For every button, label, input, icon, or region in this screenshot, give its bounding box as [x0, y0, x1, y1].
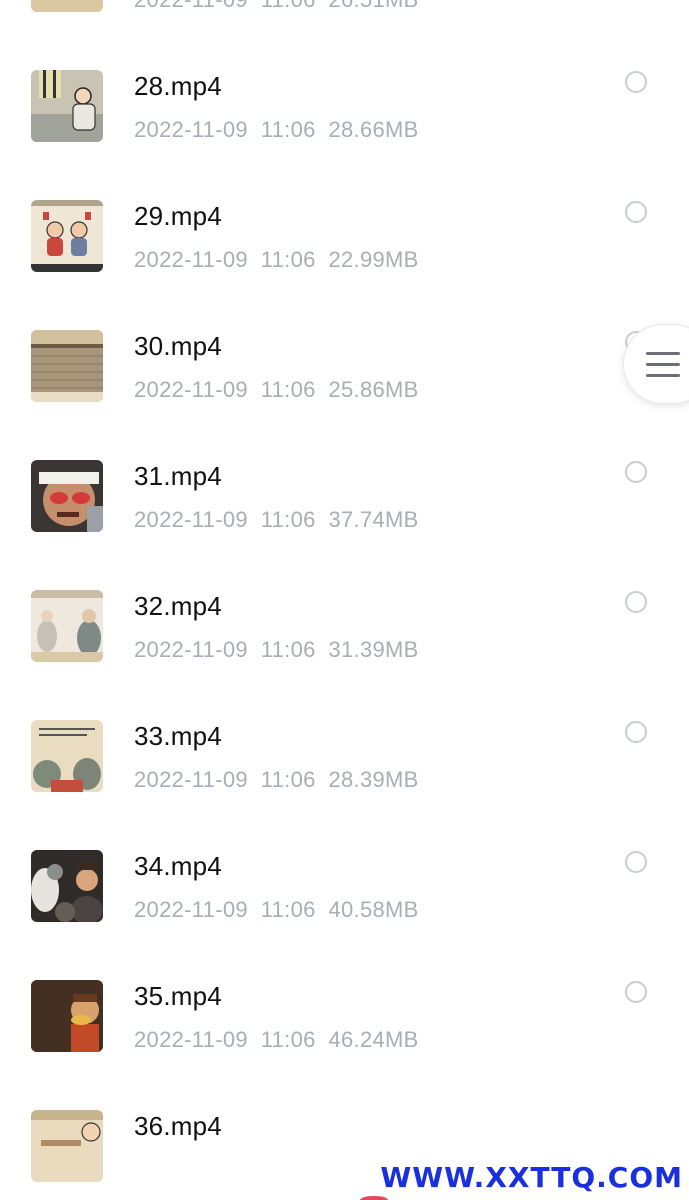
- file-time: 11:06: [260, 117, 316, 142]
- file-date: 2022-11-09: [134, 897, 248, 922]
- file-date: 2022-11-09: [134, 767, 248, 792]
- select-radio[interactable]: [625, 851, 647, 873]
- file-time: 11:06: [260, 1027, 316, 1052]
- file-size: 26.51MB: [328, 0, 418, 12]
- file-time: 11:06: [260, 767, 316, 792]
- file-time: 11:06: [261, 0, 316, 12]
- bottom-nav-accent: [360, 1196, 388, 1200]
- video-thumbnail: [31, 850, 103, 922]
- file-size: 31.39MB: [328, 637, 419, 662]
- file-date: 2022-11-09: [134, 377, 248, 402]
- video-thumbnail: [31, 460, 103, 532]
- file-size: 46.24MB: [328, 1027, 419, 1052]
- file-browser-screen: 2022-11-09 11:06 26.51MB 28.mp4 2022-11-09…: [0, 0, 689, 1200]
- file-time: 11:06: [260, 377, 316, 402]
- select-radio[interactable]: [625, 981, 647, 1003]
- select-radio[interactable]: [625, 721, 647, 743]
- select-radio[interactable]: [625, 71, 647, 93]
- file-row[interactable]: 28.mp4 2022-11-09 11:06 28.66MB: [0, 35, 689, 165]
- video-thumbnail: [31, 1110, 103, 1182]
- file-time: 11:06: [260, 637, 316, 662]
- file-meta: 2022-11-09 11:06 40.58MB: [134, 897, 419, 923]
- file-row[interactable]: 34.mp4 2022-11-09 11:06 40.58MB: [0, 815, 689, 945]
- file-name: 33.mp4: [134, 721, 222, 751]
- video-thumbnail: [31, 590, 103, 662]
- file-row[interactable]: 35.mp4 2022-11-09 11:06 46.24MB: [0, 945, 689, 1075]
- video-thumbnail: [31, 200, 103, 272]
- file-name: 36.mp4: [134, 1111, 222, 1141]
- video-thumbnail: [31, 70, 103, 142]
- file-meta: 2022-11-09 11:06 25.86MB: [134, 377, 419, 403]
- file-meta: 2022-11-09 11:06 26.51MB: [134, 0, 419, 13]
- video-thumbnail: [31, 330, 103, 402]
- file-row[interactable]: 30.mp4 2022-11-09 11:06 25.86MB: [0, 295, 689, 425]
- file-meta: 2022-11-09 11:06 28.66MB: [134, 117, 419, 143]
- select-radio[interactable]: [625, 591, 647, 613]
- video-thumbnail: [31, 720, 103, 792]
- file-meta: 2022-11-09 11:06 46.24MB: [134, 1027, 419, 1053]
- file-date: 2022-11-09: [134, 1027, 248, 1052]
- file-row[interactable]: 2022-11-09 11:06 26.51MB: [0, 0, 689, 35]
- file-date: 2022-11-09: [134, 117, 248, 142]
- file-row[interactable]: 29.mp4 2022-11-09 11:06 22.99MB: [0, 165, 689, 295]
- file-date: 2022-11-09: [134, 247, 248, 272]
- file-size: 22.99MB: [328, 247, 419, 272]
- file-name: 31.mp4: [134, 461, 222, 491]
- video-file-list: 2022-11-09 11:06 26.51MB 28.mp4 2022-11-09…: [0, 0, 689, 1200]
- file-row[interactable]: 33.mp4 2022-11-09 11:06 28.39MB: [0, 685, 689, 815]
- file-name: 30.mp4: [134, 331, 222, 361]
- file-meta: 2022-11-09 11:06 28.39MB: [134, 767, 419, 793]
- file-date: 2022-11-09: [134, 507, 248, 532]
- watermark: WWW.XXTTQ.COM: [380, 1161, 683, 1194]
- file-name: 32.mp4: [134, 591, 222, 621]
- menu-icon: [646, 352, 680, 378]
- file-row[interactable]: 32.mp4 2022-11-09 11:06 31.39MB: [0, 555, 689, 685]
- file-row[interactable]: 31.mp4 2022-11-09 11:06 37.74MB: [0, 425, 689, 555]
- file-size: 28.39MB: [328, 767, 419, 792]
- file-time: 11:06: [260, 507, 316, 532]
- select-radio[interactable]: [625, 461, 647, 483]
- file-size: 28.66MB: [328, 117, 419, 142]
- file-meta: 2022-11-09 11:06 22.99MB: [134, 247, 419, 273]
- file-size: 25.86MB: [328, 377, 419, 402]
- video-thumbnail: [31, 980, 103, 1052]
- file-size: 37.74MB: [328, 507, 419, 532]
- file-name: 34.mp4: [134, 851, 222, 881]
- file-name: 29.mp4: [134, 201, 222, 231]
- file-name: 28.mp4: [134, 71, 222, 101]
- file-meta: 2022-11-09 11:06 37.74MB: [134, 507, 419, 533]
- file-meta: 2022-11-09 11:06 31.39MB: [134, 637, 419, 663]
- file-date: 2022-11-09: [134, 0, 248, 12]
- file-name: 35.mp4: [134, 981, 222, 1011]
- file-size: 40.58MB: [328, 897, 419, 922]
- file-time: 11:06: [260, 897, 316, 922]
- file-time: 11:06: [260, 247, 316, 272]
- select-radio[interactable]: [625, 201, 647, 223]
- file-date: 2022-11-09: [134, 637, 248, 662]
- video-thumbnail: [31, 0, 103, 12]
